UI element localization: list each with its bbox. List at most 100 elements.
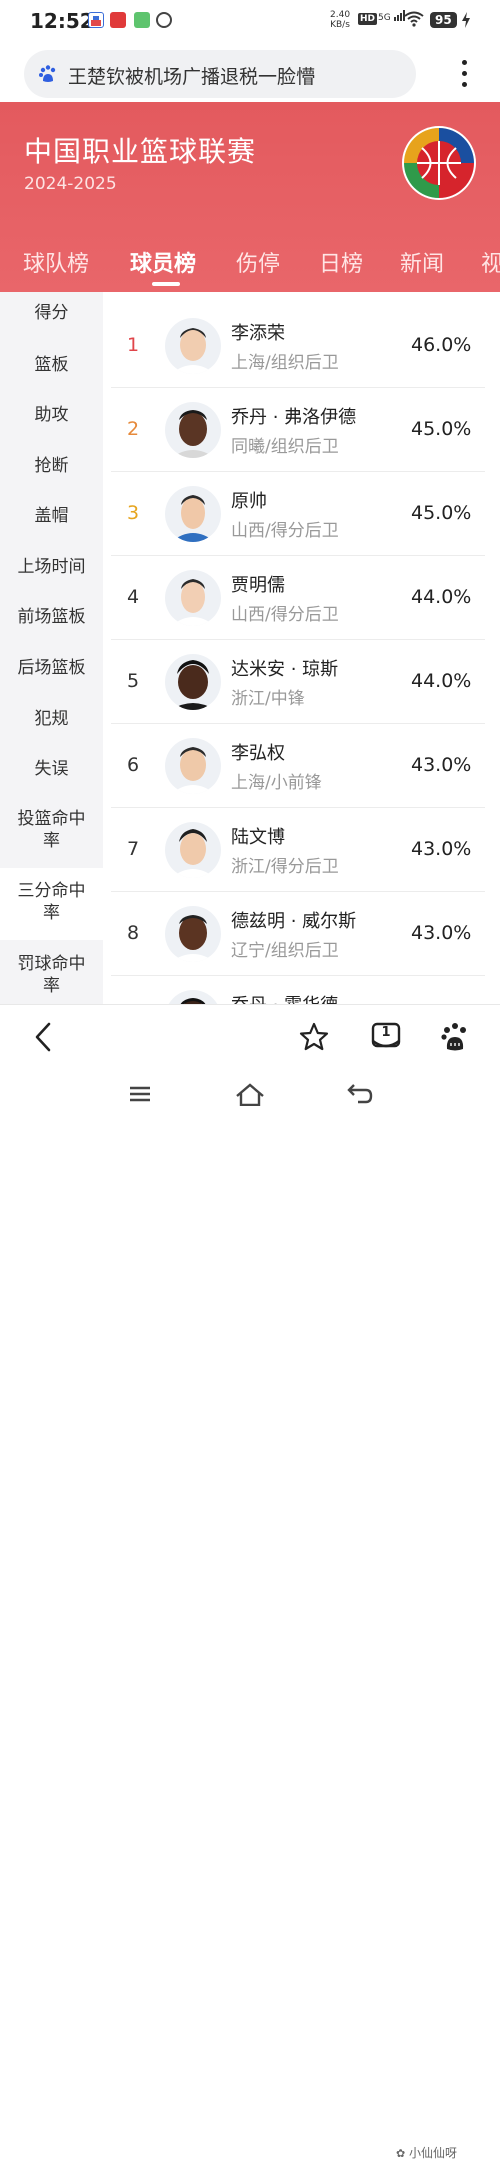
player-team-position: 浙江/中锋	[231, 689, 305, 709]
player-team-position: 辽宁/组织后卫	[231, 941, 339, 961]
player-row[interactable]: 2 乔丹 · 弗洛伊德 同曦/组织后卫 45.0%	[111, 388, 485, 472]
tab-bar: 球队榜 球员榜 伤停 日榜 新闻 视	[0, 242, 500, 292]
player-avatar	[165, 570, 221, 626]
sidebar-item-minutes[interactable]: 上场时间	[0, 556, 103, 578]
battery-icon: 95	[430, 12, 457, 28]
stat-category-sidebar: 得分 篮板 助攻 抢断 盖帽 上场时间 前场篮板 后场篮板 犯规 失误 投篮命中…	[0, 292, 103, 1004]
rank-number: 8	[127, 922, 140, 944]
network-speed: 2.40 KB/s	[330, 10, 351, 30]
favorite-star-icon[interactable]	[298, 1021, 330, 1057]
rank-number: 3	[127, 502, 140, 524]
player-row[interactable]: 3 原帅 山西/得分后卫 45.0%	[111, 472, 485, 556]
player-avatar	[165, 906, 221, 962]
player-team-position: 浙江/得分后卫	[231, 857, 339, 877]
player-ranking-list: 1 李添荣 上海/组织后卫 46.0% 2 乔丹 · 弗洛伊德 同曦/组织后卫 …	[103, 292, 500, 1004]
rank-number: 2	[127, 418, 140, 440]
sidebar-item-ft-percentage[interactable]: 罚球命中率	[0, 953, 103, 997]
tab-video[interactable]: 视	[481, 246, 500, 278]
player-row[interactable]: 乔丹 · 霍华德	[111, 976, 485, 1004]
player-name: 原帅	[231, 491, 267, 512]
cba-logo	[400, 124, 478, 206]
sidebar-item-points[interactable]: 得分	[0, 302, 103, 324]
status-bar: 12:52 2.40 KB/s HD 5G 95	[0, 0, 500, 42]
player-name: 德兹明 · 威尔斯	[231, 911, 357, 932]
rank-number: 4	[127, 586, 140, 608]
player-name: 李添荣	[231, 323, 285, 344]
sidebar-item-3pt-percentage[interactable]: 三分命中率	[0, 868, 103, 940]
watermark: ✿ 小仙仙呀	[396, 2146, 458, 2160]
player-name: 乔丹 · 弗洛伊德	[231, 407, 357, 428]
rank-number: 7	[127, 838, 140, 860]
wifi-icon	[404, 11, 424, 31]
player-avatar	[165, 654, 221, 710]
player-name: 乔丹 · 霍华德	[231, 991, 338, 1004]
player-name: 陆文博	[231, 827, 285, 848]
tab-daily-rankings[interactable]: 日榜	[319, 246, 363, 278]
back-button[interactable]	[32, 1021, 54, 1057]
charging-icon	[462, 12, 470, 32]
app-notification-icon	[88, 12, 104, 28]
sidebar-item-steals[interactable]: 抢断	[0, 455, 103, 477]
rank-number: 6	[127, 754, 140, 776]
league-header: 中国职业篮球联赛 2024-2025 球队榜 球员榜 伤停 日榜 新闻 视	[0, 102, 500, 292]
stat-value: 43.0%	[411, 922, 472, 944]
player-avatar	[165, 738, 221, 794]
player-row[interactable]: 1 李添荣 上海/组织后卫 46.0%	[111, 304, 485, 388]
search-bar[interactable]: 王楚钦被机场广播退税一脸懵	[24, 50, 416, 98]
sidebar-item-fg-percentage[interactable]: 投篮命中率	[0, 808, 103, 852]
stat-value: 46.0%	[411, 334, 472, 356]
menu-icon[interactable]	[128, 1084, 152, 1108]
stat-value: 43.0%	[411, 838, 472, 860]
rank-number: 5	[127, 670, 140, 692]
player-team-position: 上海/小前锋	[231, 773, 322, 793]
stat-value: 45.0%	[411, 418, 472, 440]
link-app-icon	[156, 12, 172, 28]
player-avatar	[165, 990, 221, 1004]
search-query: 王楚钦被机场广播退税一脸懵	[68, 66, 316, 88]
player-name: 李弘权	[231, 743, 285, 764]
baidu-paw-icon[interactable]	[440, 1021, 470, 1057]
stat-value: 44.0%	[411, 670, 472, 692]
news-app-icon	[110, 12, 126, 28]
player-avatar	[165, 486, 221, 542]
player-name: 贾明儒	[231, 575, 285, 596]
sidebar-item-fouls[interactable]: 犯规	[0, 708, 103, 730]
tab-team-rankings[interactable]: 球队榜	[23, 246, 89, 278]
stat-value: 45.0%	[411, 502, 472, 524]
player-avatar	[165, 822, 221, 878]
rank-number: 1	[127, 334, 140, 356]
active-tab-indicator	[152, 282, 180, 286]
sidebar-item-turnovers[interactable]: 失误	[0, 758, 103, 780]
tab-news[interactable]: 新闻	[400, 246, 444, 278]
league-title: 中国职业篮球联赛	[24, 135, 257, 168]
sidebar-item-assists[interactable]: 助攻	[0, 404, 103, 426]
season-label: 2024-2025	[24, 174, 117, 194]
more-menu-icon[interactable]	[456, 58, 472, 90]
player-team-position: 山西/得分后卫	[231, 521, 339, 541]
sidebar-item-offensive-rebounds[interactable]: 前场篮板	[0, 606, 103, 628]
browser-bottom-bar: 1	[0, 1004, 500, 1068]
player-row[interactable]: 7 陆文博 浙江/得分后卫 43.0%	[111, 808, 485, 892]
tabs-button[interactable]: 1	[370, 1021, 402, 1053]
tab-player-rankings[interactable]: 球员榜	[130, 246, 196, 278]
player-row[interactable]: 5 达米安 · 琼斯 浙江/中锋 44.0%	[111, 640, 485, 724]
clock: 12:52	[30, 9, 94, 33]
tab-injuries[interactable]: 伤停	[236, 246, 280, 278]
signal-icon: 5G	[378, 10, 406, 23]
sidebar-item-defensive-rebounds[interactable]: 后场篮板	[0, 657, 103, 679]
player-team-position: 同曦/组织后卫	[231, 437, 339, 457]
player-avatar	[165, 318, 221, 374]
player-team-position: 上海/组织后卫	[231, 353, 339, 373]
player-team-position: 山西/得分后卫	[231, 605, 339, 625]
player-row[interactable]: 4 贾明儒 山西/得分后卫 44.0%	[111, 556, 485, 640]
player-row[interactable]: 6 李弘权 上海/小前锋 43.0%	[111, 724, 485, 808]
system-nav-bar: ✿ 小仙仙呀	[0, 1068, 500, 2160]
sidebar-item-rebounds[interactable]: 篮板	[0, 354, 103, 376]
player-row[interactable]: 8 德兹明 · 威尔斯 辽宁/组织后卫 43.0%	[111, 892, 485, 976]
tab-count: 1	[381, 1025, 391, 1040]
stat-value: 44.0%	[411, 586, 472, 608]
watermark-icon: ✿	[396, 2147, 406, 2160]
hd-badge: HD	[358, 13, 378, 25]
video-app-icon	[134, 12, 150, 28]
sidebar-item-blocks[interactable]: 盖帽	[0, 505, 103, 527]
